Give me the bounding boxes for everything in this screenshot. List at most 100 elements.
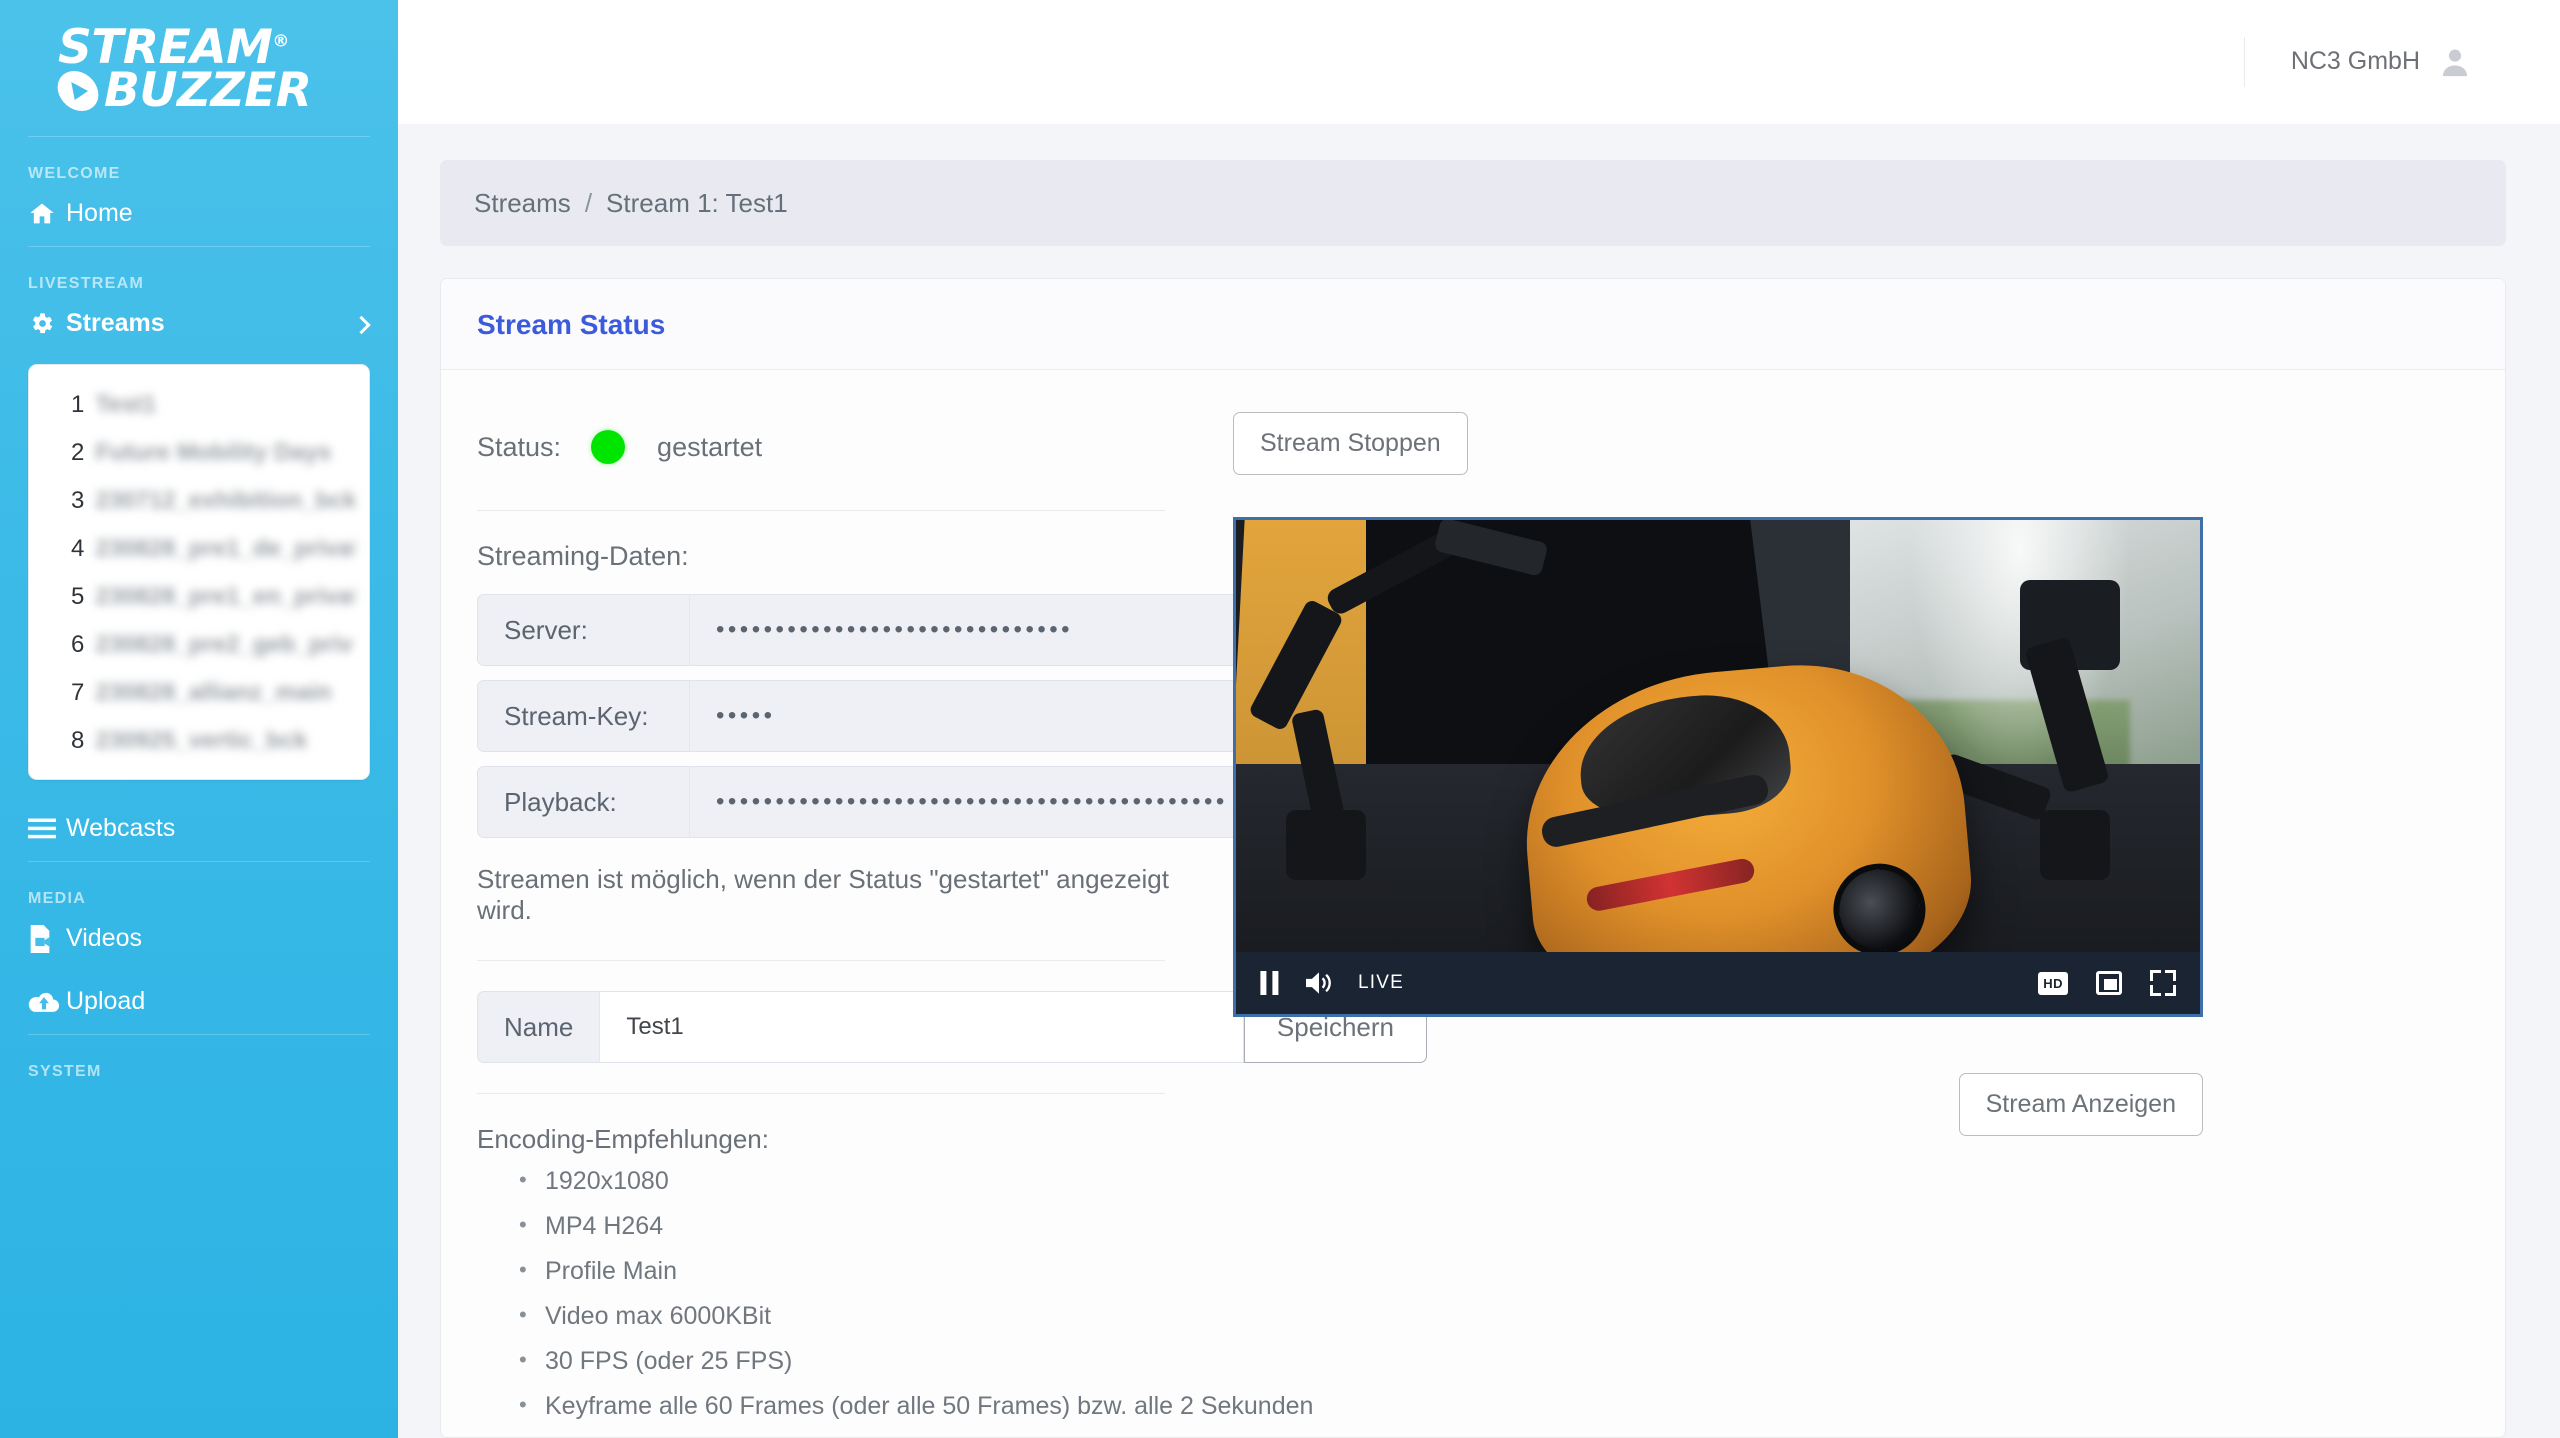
list-item[interactable]: 7 230828_allianz_main [29,669,369,717]
sidebar-item-webcasts[interactable]: Webcasts [0,798,398,861]
brand-logo[interactable]: STREAM® BUZZER [0,0,398,136]
stream-index: 8 [71,727,85,754]
list-item: 1920x1080 [519,1159,1201,1204]
divider-2 [477,960,1165,961]
status-badge [591,430,626,464]
video-controls: LIVE HD [1236,952,2200,1014]
stream-index: 2 [71,439,85,466]
sidebar-item-streams[interactable]: Streams [0,293,398,356]
registered-mark: ® [272,31,289,52]
stream-index: 4 [71,535,85,562]
stream-name: 230712_exhibition_bck [95,487,355,514]
show-stream-row: Stream Anzeigen [1233,1073,2203,1136]
stream-name: 230828_allianz_main [95,679,332,706]
breadcrumb: Streams / Stream 1: Test1 [440,160,2506,246]
list-item[interactable]: 3 230712_exhibition_bck [29,477,369,525]
list-item: Profile Main [519,1249,1201,1294]
list-item[interactable]: 2 Future Mobility Days [29,429,369,477]
main-area: NC3 GmbH Streams / Stream 1: Test1 Strea… [398,0,2560,1438]
sidebar-item-upload-label: Upload [66,987,146,1015]
encoding-title: Encoding-Empfehlungen: [477,1124,769,1154]
stream-status-panel: Stream Status Status: gestartet Streamin… [440,278,2506,1438]
list-item[interactable]: 4 230828_pre1_de_privat [29,525,369,573]
list-item[interactable]: 8 230925_vertic_bck [29,717,369,765]
name-input[interactable]: Test1 [599,991,1244,1063]
name-label: Name [477,991,600,1063]
stream-index: 3 [71,487,85,514]
brand-line-2: BUZZER [54,63,318,119]
video-player-wrap: LIVE HD Stream Anzeigen [1233,517,2203,1136]
status-value: gestartet [657,431,763,462]
panel-header: Stream Status [441,279,2505,370]
app-root: STREAM® BUZZER WELCOME Home LIVESTREAM S… [0,0,2560,1438]
stream-name: Test1 [95,391,157,418]
sidebar-item-webcasts-label: Webcasts [66,814,176,842]
chevron-right-icon [352,315,371,334]
list-item[interactable]: 5 230828_pre1_en_privat [29,573,369,621]
stream-index: 6 [71,631,85,658]
stream-name: 230828_pre1_de_privat [95,535,355,562]
stream-index: 5 [71,583,85,610]
streaming-data-label: Streaming-Daten: [477,541,689,571]
playback-label: Playback: [477,766,689,838]
sidebar: STREAM® BUZZER WELCOME Home LIVESTREAM S… [0,0,398,1438]
stream-index: 7 [71,679,85,706]
pause-icon[interactable] [1260,971,1280,995]
divider-1 [477,510,1165,511]
gear-icon [28,310,66,337]
topbar: NC3 GmbH [398,0,2560,124]
divider-3 [477,1093,1165,1094]
list-item: MP4 H264 [519,1204,1201,1249]
list-item: Video max 6000KBit [519,1294,1201,1339]
list-item: Keyframe alle 60 Frames (oder alle 50 Fr… [519,1384,1313,1429]
sidebar-item-home[interactable]: Home [0,183,398,246]
stream-name: 230828_pre1_en_privat [95,583,355,610]
stream-name: 230828_pre2_geb_priv [95,631,353,658]
fullscreen-icon[interactable] [2150,970,2176,996]
sidebar-item-videos-label: Videos [66,924,142,952]
stop-stream-button[interactable]: Stream Stoppen [1233,412,1468,475]
show-stream-button[interactable]: Stream Anzeigen [1958,1073,2203,1136]
volume-icon[interactable] [1306,971,1332,995]
stream-key-label: Stream-Key: [477,680,689,752]
sidebar-item-streams-label: Streams [66,309,165,337]
panel-body: Status: gestartet Streaming-Daten: Serve… [441,370,2505,1429]
server-label: Server: [477,594,689,666]
sidebar-section-livestream: LIVESTREAM [28,275,145,292]
sidebar-item-videos[interactable]: Videos [0,908,398,971]
breadcrumb-separator: / [584,187,593,218]
breadcrumb-root[interactable]: Streams [474,188,571,219]
panel-right-column: Stream Stoppen LIVE HD Stream Anzeigen [1201,370,2505,1429]
streaming-note: Streamen ist möglich, wenn der Status "g… [477,864,1169,925]
video-frame-image [1236,520,2200,1014]
sidebar-item-upload[interactable]: Upload [0,971,398,1034]
video-file-icon [28,924,66,953]
content: Streams / Stream 1: Test1 Stream Status … [398,124,2560,1438]
stream-name: 230925_vertic_bck [95,727,308,754]
list-item[interactable]: 1 Test1 [29,381,369,429]
status-label: Status: [477,431,562,462]
user-avatar-icon [2438,45,2472,79]
list-icon [28,818,66,840]
video-player[interactable]: LIVE HD [1233,517,2203,1017]
brand-line-2-text: BUZZER [104,63,312,119]
sidebar-section-system: SYSTEM [28,1063,102,1080]
play-icon [54,70,102,111]
user-name: NC3 GmbH [2290,47,2420,75]
breadcrumb-current: Stream 1: Test1 [606,187,788,218]
status-row: Status: gestartet [477,410,1201,484]
list-item: 30 FPS (oder 25 FPS) [519,1339,1201,1384]
stream-index: 1 [71,391,85,418]
list-item[interactable]: 6 230828_pre2_geb_priv [29,621,369,669]
stream-name: Future Mobility Days [95,439,332,466]
live-label: LIVE [1358,972,1404,993]
stream-list: 1 Test1 2 Future Mobility Days 3 230712_… [28,364,370,780]
hd-quality-button[interactable]: HD [2038,971,2068,995]
sidebar-item-home-label: Home [66,199,133,227]
cloud-upload-icon [28,990,66,1014]
home-icon [28,200,66,228]
sidebar-section-media: MEDIA [28,890,87,907]
picture-in-picture-icon[interactable] [2096,971,2122,995]
panel-left-column: Status: gestartet Streaming-Daten: Serve… [441,370,1427,1429]
user-menu[interactable]: NC3 GmbH [2243,36,2506,87]
